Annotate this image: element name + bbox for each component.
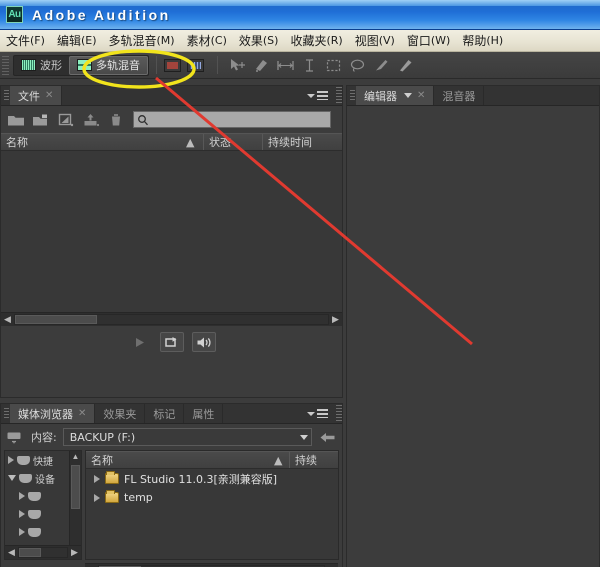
window-title: Adobe Audition [32, 6, 171, 23]
app-window: Au Adobe Audition 文件 (F) 编辑 (E) 多轨混音 (M) 素材… [0, 0, 600, 567]
highlight-ellipse-annotation [82, 49, 196, 89]
adobe-audition-logo-icon: Au [6, 6, 23, 23]
annotation-overlay [82, 49, 473, 346]
arrow-line-annotation [155, 76, 473, 346]
